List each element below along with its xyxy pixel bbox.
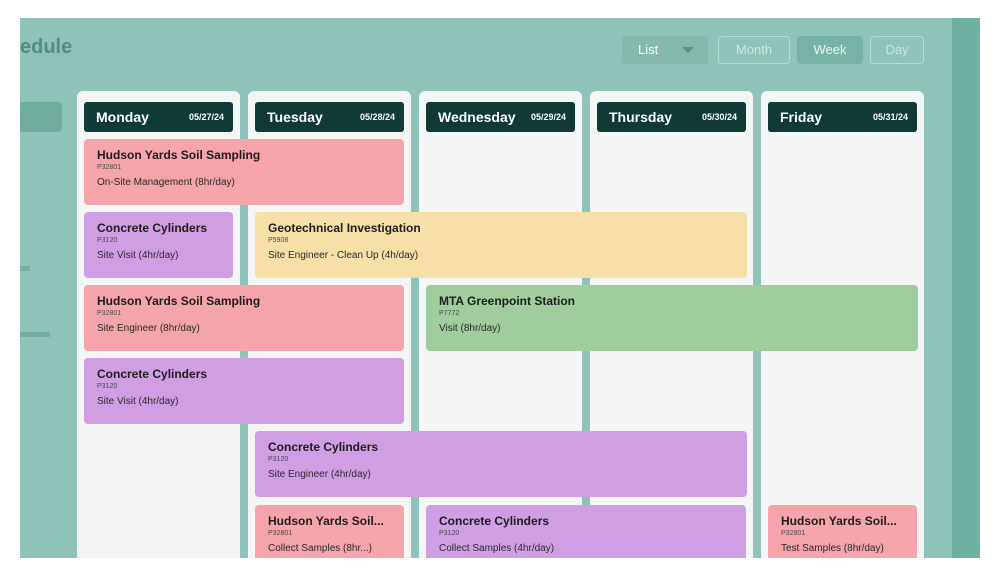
event-code: P7772 <box>439 310 460 317</box>
event-code: P3120 <box>97 237 118 244</box>
day-date: 05/29/24 <box>530 112 566 122</box>
week-view-button[interactable]: Week <box>797 36 863 64</box>
event-description: On-Site Management (8hr/day) <box>97 177 235 188</box>
event-code: P3120 <box>268 456 289 463</box>
event-card[interactable]: MTA Greenpoint Station P7772 Visit (8hr/… <box>426 285 918 351</box>
event-code: P3120 <box>97 383 118 390</box>
event-card[interactable]: Concrete Cylinders P3120 Site Visit (4hr… <box>84 212 233 278</box>
event-card[interactable]: Concrete Cylinders P3120 Collect Samples… <box>426 505 746 558</box>
day-header-tuesday: Tuesday 05/28/24 <box>255 102 404 132</box>
event-description: Site Visit (4hr/day) <box>97 396 179 407</box>
day-date: 05/28/24 <box>359 112 395 122</box>
event-card[interactable]: Concrete Cylinders P3120 Site Visit (4hr… <box>84 358 404 424</box>
right-panel-edge <box>952 18 980 558</box>
event-card[interactable]: Geotechnical Investigation P5908 Site En… <box>255 212 747 278</box>
day-header-friday: Friday 05/31/24 <box>768 102 917 132</box>
day-date: 05/31/24 <box>872 112 908 122</box>
event-title: Geotechnical Investigation <box>268 221 421 235</box>
day-header-thursday: Thursday 05/30/24 <box>597 102 746 132</box>
day-name: Tuesday <box>267 109 323 125</box>
event-title: Concrete Cylinders <box>97 221 208 235</box>
event-description: Site Engineer (4hr/day) <box>268 469 371 480</box>
day-name: Thursday <box>609 109 673 125</box>
page-title: edule <box>20 36 73 58</box>
event-card[interactable]: Hudson Yards Soil Sampling P32801 Site E… <box>84 285 404 351</box>
event-description: Collect Samples (8hr...) <box>268 543 372 554</box>
event-code: P5908 <box>268 237 289 244</box>
event-title: Hudson Yards Soil... <box>781 514 897 528</box>
event-title: Concrete Cylinders <box>439 514 550 528</box>
sidebar-item-active[interactable] <box>20 102 62 132</box>
day-view-button[interactable]: Day <box>870 36 924 64</box>
event-description: Visit (8hr/day) <box>439 323 501 334</box>
event-code: P32801 <box>781 530 806 537</box>
day-name: Monday <box>96 109 149 125</box>
day-date: 05/30/24 <box>701 112 737 122</box>
event-card[interactable]: Concrete Cylinders P3120 Site Engineer (… <box>255 431 747 497</box>
event-code: P3120 <box>439 530 460 537</box>
event-title: Concrete Cylinders <box>268 440 379 454</box>
sidebar-progress-bar <box>20 266 30 271</box>
sidebar-progress-bar <box>20 332 50 337</box>
event-card[interactable]: Hudson Yards Soil... P32801 Collect Samp… <box>255 505 404 558</box>
event-title: MTA Greenpoint Station <box>439 294 575 308</box>
event-code: P32801 <box>97 164 122 171</box>
view-select[interactable]: List <box>622 36 708 64</box>
event-description: Site Visit (4hr/day) <box>97 250 179 261</box>
event-title: Concrete Cylinders <box>97 367 208 381</box>
event-description: Site Engineer (8hr/day) <box>97 323 200 334</box>
day-name: Wednesday <box>438 109 516 125</box>
event-code: P32801 <box>268 530 293 537</box>
day-header-wednesday: Wednesday 05/29/24 <box>426 102 575 132</box>
event-title: Hudson Yards Soil Sampling <box>97 294 261 308</box>
view-select-label: List <box>638 42 659 57</box>
event-card[interactable]: Hudson Yards Soil... P32801 Test Samples… <box>768 505 917 558</box>
event-card[interactable]: Hudson Yards Soil Sampling P32801 On-Sit… <box>84 139 404 205</box>
event-title: Hudson Yards Soil Sampling <box>97 148 261 162</box>
event-title: Hudson Yards Soil... <box>268 514 384 528</box>
day-date: 05/27/24 <box>188 112 224 122</box>
event-description: Test Samples (8hr/day) <box>781 543 884 554</box>
day-name: Friday <box>780 109 823 125</box>
app-window: edule List Month Week Day Monday 05/27/2… <box>20 18 980 558</box>
event-description: Site Engineer - Clean Up (4h/day) <box>268 250 419 261</box>
event-code: P32801 <box>97 310 122 317</box>
event-description: Collect Samples (4hr/day) <box>439 543 555 554</box>
caret-down-icon <box>682 47 694 53</box>
day-header-monday: Monday 05/27/24 <box>84 102 233 132</box>
month-view-button[interactable]: Month <box>718 36 790 64</box>
